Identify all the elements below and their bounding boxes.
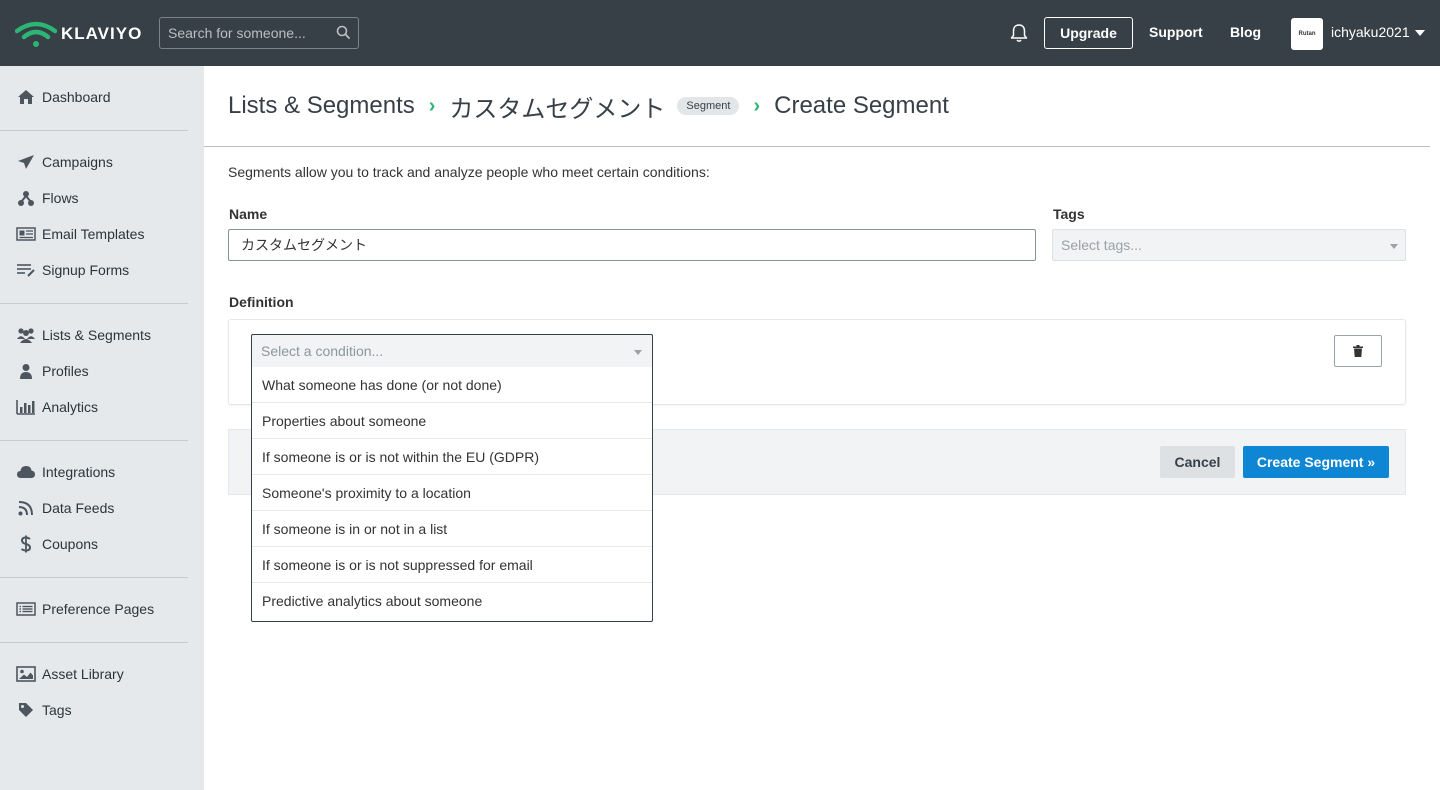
trash-icon (1353, 345, 1363, 357)
breadcrumb-chevron-icon: › (753, 94, 761, 117)
sidebar-item-label: Signup Forms (42, 262, 130, 278)
avatar-label: Rutan (1298, 31, 1316, 37)
condition-option[interactable]: If someone is or is not suppressed for e… (252, 547, 652, 583)
sidebar-item-analytics[interactable]: Analytics (0, 393, 204, 421)
condition-dropdown: What someone has done (or not done) Prop… (251, 367, 653, 622)
sidebar-item-label: Dashboard (42, 89, 111, 105)
tag-icon (16, 701, 36, 719)
sidebar-item-coupons[interactable]: Coupons (0, 530, 204, 558)
sidebar-item-preference-pages[interactable]: Preference Pages (0, 595, 204, 623)
intro-text: Segments allow you to track and analyze … (228, 164, 710, 180)
image-icon (16, 665, 36, 683)
dollar-icon (16, 535, 36, 553)
brand-name: KLAVIYO (61, 24, 143, 43)
tags-select[interactable]: Select tags... (1052, 229, 1406, 261)
blog-link[interactable]: Blog (1230, 24, 1261, 40)
tags-label: Tags (1053, 206, 1085, 222)
users-icon (16, 326, 36, 344)
sidebar-item-label: Tags (42, 702, 72, 718)
sidebar-item-label: Profiles (42, 363, 89, 379)
condition-select[interactable]: Select a condition... (251, 334, 653, 368)
search-input[interactable] (168, 25, 328, 41)
sidebar-item-lists-segments[interactable]: Lists & Segments (0, 321, 204, 349)
cloud-icon (16, 463, 36, 481)
sidebar-item-email-templates[interactable]: Email Templates (0, 220, 204, 248)
condition-option[interactable]: What someone has done (or not done) (252, 367, 652, 403)
condition-placeholder: Select a condition... (261, 343, 384, 359)
sidebar-item-label: Analytics (42, 399, 99, 415)
sidebar-divider (0, 577, 188, 578)
sidebar-item-profiles[interactable]: Profiles (0, 357, 204, 385)
template-icon (16, 225, 36, 243)
definition-label: Definition (229, 294, 294, 310)
cancel-button[interactable]: Cancel (1160, 446, 1235, 478)
rss-icon (16, 499, 36, 517)
delete-condition-button[interactable] (1334, 335, 1382, 367)
sidebar-item-label: Flows (42, 190, 79, 206)
header-divider (204, 146, 1430, 147)
page-title: Create Segment (774, 92, 949, 119)
sidebar-item-flows[interactable]: Flows (0, 184, 204, 212)
sidebar-item-label: Integrations (42, 464, 116, 480)
name-input[interactable]: カスタムセグメント (228, 229, 1036, 261)
sidebar-item-tags[interactable]: Tags (0, 696, 204, 724)
breadcrumb: Lists & Segments › カスタムセグメント Segment › C… (228, 89, 949, 124)
condition-option[interactable]: Properties about someone (252, 403, 652, 439)
breadcrumb-lists-segments[interactable]: Lists & Segments (228, 92, 415, 120)
search-box[interactable] (159, 17, 359, 49)
sidebar-item-label: Coupons (42, 536, 99, 552)
sidebar-item-integrations[interactable]: Integrations (0, 458, 204, 486)
breadcrumb-segment-name[interactable]: カスタムセグメント (449, 89, 665, 124)
sidebar-item-label: Asset Library (42, 666, 124, 682)
sidebar-item-data-feeds[interactable]: Data Feeds (0, 494, 204, 522)
sidebar-divider (0, 130, 188, 131)
condition-caret-icon (634, 350, 642, 355)
home-icon (16, 88, 36, 106)
sidebar-item-label: Data Feeds (42, 500, 115, 516)
tags-caret-icon (1390, 244, 1398, 249)
search-icon[interactable] (336, 25, 350, 39)
create-segment-button[interactable]: Create Segment » (1243, 446, 1389, 478)
breadcrumb-chevron-icon: › (428, 94, 436, 117)
sidebar-item-asset-library[interactable]: Asset Library (0, 660, 204, 688)
sidebar-item-campaigns[interactable]: Campaigns (0, 148, 204, 176)
sidebar-item-label: Campaigns (42, 154, 113, 170)
sidebar-item-label: Lists & Segments (42, 327, 151, 343)
notification-bell-icon[interactable] (1008, 22, 1030, 44)
account-name[interactable]: ichyaku2021 (1331, 24, 1410, 40)
sidebar-item-label: Preference Pages (42, 601, 155, 617)
flows-icon (16, 189, 36, 207)
paper-plane-icon (16, 153, 36, 171)
sidebar-divider (0, 440, 188, 441)
tags-placeholder: Select tags... (1061, 237, 1142, 253)
user-icon (16, 362, 36, 380)
bar-chart-icon (16, 398, 36, 416)
form-icon (16, 261, 36, 279)
condition-option[interactable]: Someone's proximity to a location (252, 475, 652, 511)
condition-option[interactable]: If someone is or is not within the EU (G… (252, 439, 652, 475)
list-alt-icon (16, 600, 36, 618)
account-menu-caret-icon[interactable] (1415, 30, 1425, 36)
account-avatar[interactable]: Rutan (1291, 18, 1323, 50)
sidebar-item-signup-forms[interactable]: Signup Forms (0, 256, 204, 284)
top-bar: KLAVIYO Upgrade Support Blog Rutan ichya… (0, 0, 1440, 66)
condition-option[interactable]: Predictive analytics about someone (252, 583, 652, 619)
segment-badge: Segment (677, 97, 740, 115)
support-link[interactable]: Support (1149, 24, 1203, 40)
klaviyo-logo-icon (15, 21, 57, 47)
sidebar-item-dashboard[interactable]: Dashboard (0, 83, 204, 111)
condition-option[interactable]: If someone is in or not in a list (252, 511, 652, 547)
sidebar-divider (0, 303, 188, 304)
name-label: Name (229, 206, 268, 222)
sidebar: Dashboard Campaigns Flows Email Template… (0, 66, 204, 790)
klaviyo-logo[interactable]: KLAVIYO (15, 19, 142, 49)
upgrade-button[interactable]: Upgrade (1044, 17, 1133, 49)
sidebar-divider (0, 642, 188, 643)
sidebar-item-label: Email Templates (42, 226, 145, 242)
